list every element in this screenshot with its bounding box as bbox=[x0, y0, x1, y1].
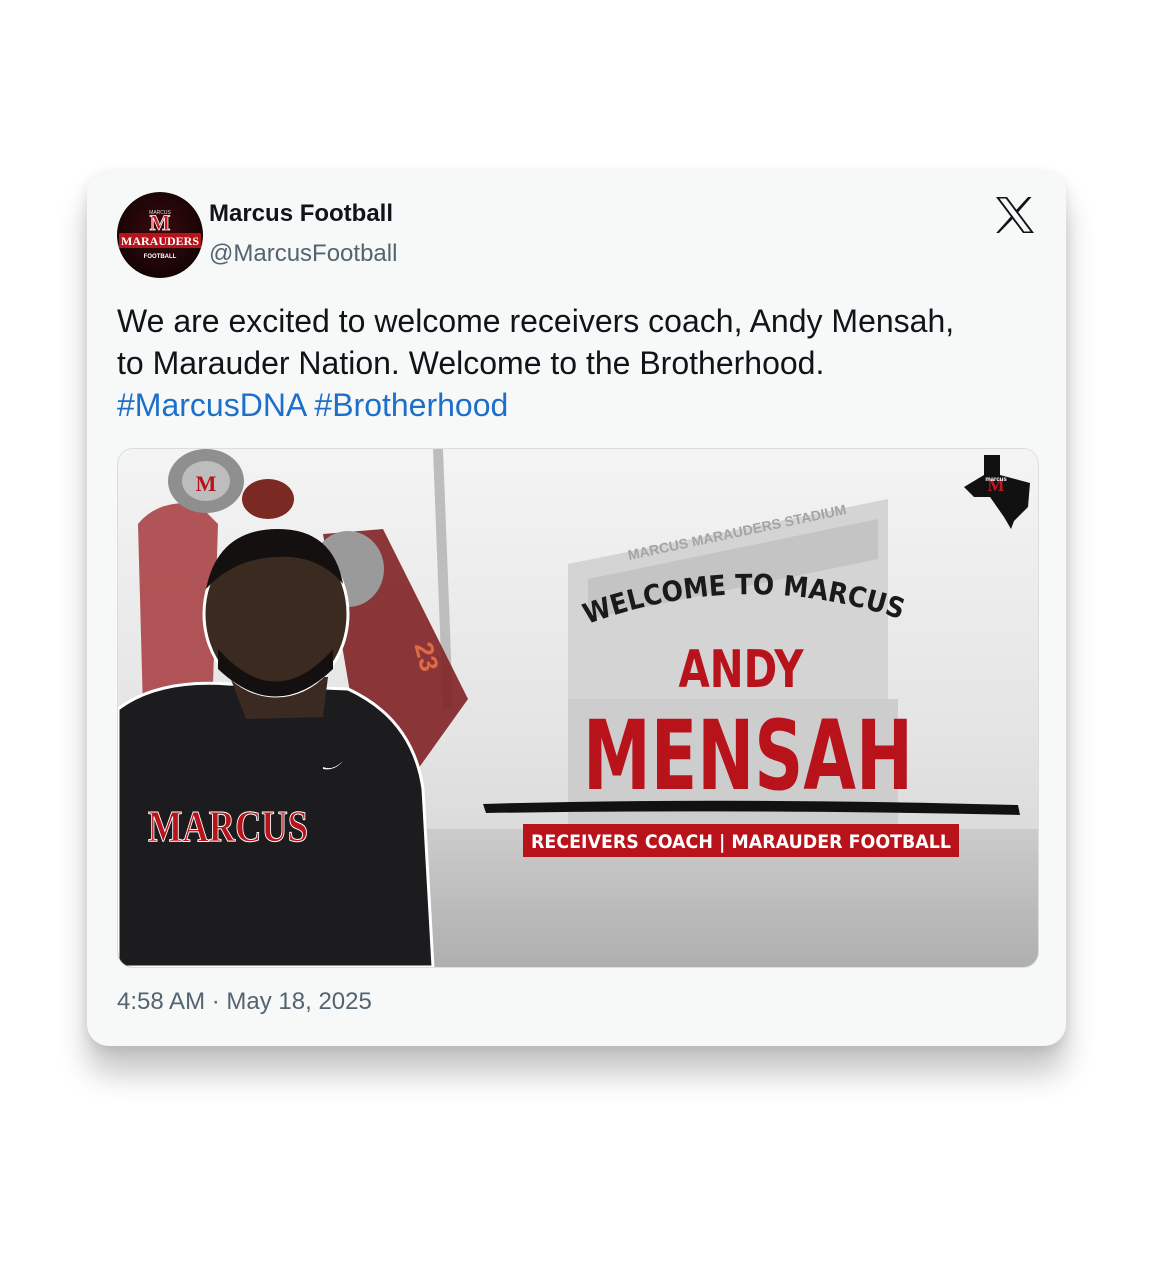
tweet-text: We are excited to welcome receivers coac… bbox=[117, 300, 1047, 426]
svg-text:FOOTBALL: FOOTBALL bbox=[144, 254, 177, 260]
svg-text:RECEIVERS COACH | MARAUDER FOO: RECEIVERS COACH | MARAUDER FOOTBALL bbox=[531, 831, 951, 853]
timestamp-separator: · bbox=[211, 988, 220, 1015]
tweet-timestamp: 4:58 AM · May 18, 2025 bbox=[117, 988, 372, 1016]
x-logo-icon[interactable] bbox=[995, 196, 1035, 234]
tweet-media-image[interactable]: MARCUS MARAUDERS STADIUM M 23 MARCUS M m… bbox=[117, 448, 1039, 968]
hashtag-brotherhood[interactable]: #Brotherhood bbox=[314, 387, 508, 423]
hashtag-list: #MarcusDNA #Brotherhood bbox=[117, 384, 1047, 426]
tweet-card: MARCUS M MARAUDERS FOOTBALL Marcus Footb… bbox=[87, 170, 1066, 1046]
svg-text:MARCUS: MARCUS bbox=[148, 802, 308, 851]
tweet-date[interactable]: May 18, 2025 bbox=[226, 988, 371, 1015]
avatar[interactable]: MARCUS M MARAUDERS FOOTBALL bbox=[117, 192, 203, 278]
coach-first-name: ANDY bbox=[679, 640, 805, 700]
svg-text:M: M bbox=[196, 471, 217, 496]
tweet-line-1: We are excited to welcome receivers coac… bbox=[117, 303, 955, 339]
coach-last-name: MENSAH bbox=[583, 700, 913, 812]
display-name[interactable]: Marcus Football bbox=[209, 200, 393, 228]
tweet-line-2: to Marauder Nation. Welcome to the Broth… bbox=[117, 345, 825, 381]
svg-text:MARAUDERS: MARAUDERS bbox=[121, 234, 199, 248]
svg-text:M: M bbox=[150, 210, 171, 235]
title-banner: RECEIVERS COACH | MARAUDER FOOTBALL bbox=[523, 824, 959, 857]
account-handle[interactable]: @MarcusFootball bbox=[209, 240, 397, 268]
welcome-graphic: MARCUS MARAUDERS STADIUM M 23 MARCUS M m… bbox=[118, 449, 1038, 967]
svg-text:marcus: marcus bbox=[985, 477, 1007, 483]
tweet-time[interactable]: 4:58 AM bbox=[117, 988, 205, 1015]
marauders-logo-icon: MARCUS M MARAUDERS FOOTBALL bbox=[119, 210, 201, 260]
hashtag-marcusdna[interactable]: #MarcusDNA bbox=[117, 387, 306, 423]
